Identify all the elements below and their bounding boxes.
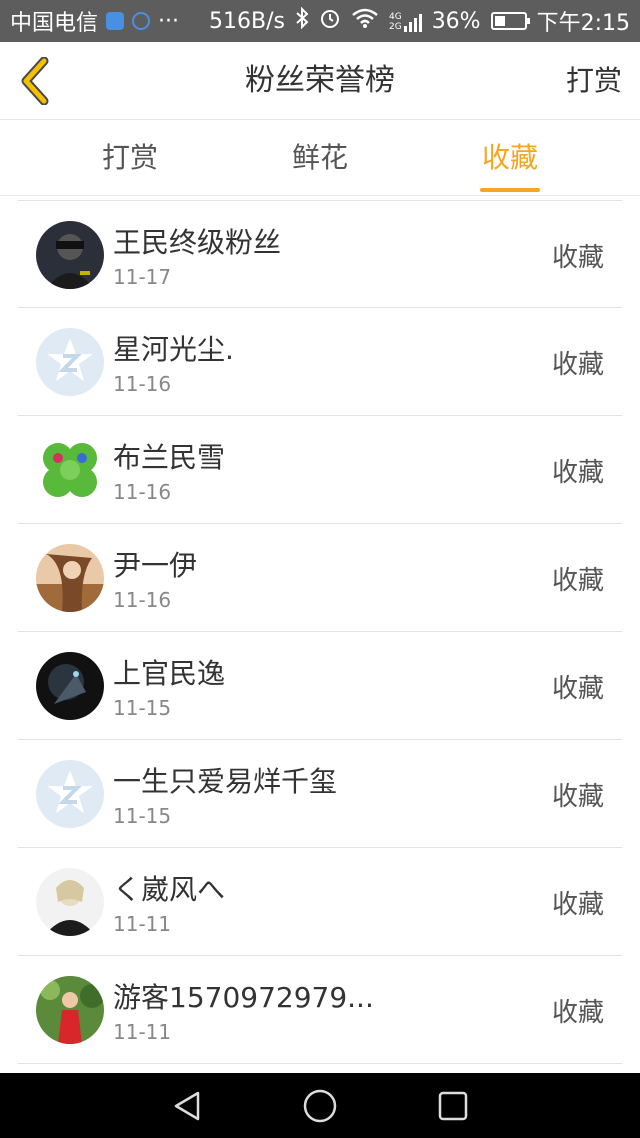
avatar[interactable] xyxy=(36,760,104,828)
square-recents-icon xyxy=(439,1091,468,1120)
list-item[interactable]: 星河光尘. 11-16 收藏 xyxy=(18,308,622,416)
circle-home-icon xyxy=(303,1089,337,1122)
carrier-label: 中国电信 xyxy=(10,11,99,36)
more-notifications: ··· xyxy=(158,8,179,34)
avatar[interactable] xyxy=(36,221,104,289)
bluetooth-icon xyxy=(295,6,309,35)
battery-icon xyxy=(490,12,530,30)
fan-name: 尹一伊 xyxy=(113,549,198,582)
reward-button[interactable]: 打赏 xyxy=(566,42,622,120)
fan-action: 收藏 xyxy=(551,243,604,273)
tab-label: 打赏 xyxy=(101,141,158,174)
tab-favorites[interactable]: 收藏 xyxy=(450,120,570,196)
fan-date: 11-16 xyxy=(113,480,172,504)
fan-action: 收藏 xyxy=(551,350,604,380)
tab-flowers[interactable]: 鲜花 xyxy=(260,120,380,196)
list-item[interactable]: 一生只爱易烊千玺 11-15 收藏 xyxy=(18,740,622,848)
page-title: 粉丝荣誉榜 xyxy=(245,63,395,98)
network-type-4g: 4G xyxy=(388,12,402,22)
triangle-back-icon xyxy=(174,1091,199,1120)
clock: 下午2:15 xyxy=(536,11,630,36)
list-item[interactable]: 游客1570972979... 11-11 收藏 xyxy=(18,956,622,1064)
avatar[interactable] xyxy=(36,868,104,936)
fan-name: 星河光尘. xyxy=(113,333,234,366)
fan-action: 收藏 xyxy=(551,782,604,812)
signal-icon: 4G 2G xyxy=(389,10,422,32)
fan-name: 游客1570972979... xyxy=(113,981,374,1014)
list-item[interactable]: 尹一伊 11-16 收藏 xyxy=(18,524,622,632)
tab-label: 收藏 xyxy=(481,141,538,174)
fan-date: 11-17 xyxy=(113,265,172,289)
status-bar: 中国电信 ··· 516B/s 4G 2G 36% 下午2:15 xyxy=(0,0,640,42)
top-bar: 粉丝荣誉榜 打赏 xyxy=(0,42,640,120)
alarm-icon xyxy=(319,7,341,35)
wifi-icon xyxy=(351,7,379,35)
tab-bar: 打赏 鲜花 收藏 xyxy=(0,120,640,196)
fan-action: 收藏 xyxy=(551,998,604,1028)
list-item[interactable]: 王民终级粉丝 11-17 收藏 xyxy=(18,200,622,308)
avatar[interactable] xyxy=(36,976,104,1044)
avatar[interactable] xyxy=(36,328,104,396)
tab-label: 鲜花 xyxy=(291,141,348,174)
fan-date: 11-11 xyxy=(113,912,172,936)
nav-home-button[interactable] xyxy=(290,1076,350,1136)
active-tab-indicator xyxy=(480,188,540,192)
nav-back-button[interactable] xyxy=(157,1076,217,1136)
fan-date: 11-11 xyxy=(113,1020,172,1044)
battery-percent: 36% xyxy=(431,8,481,34)
tab-reward[interactable]: 打赏 xyxy=(70,120,190,196)
list-item[interactable]: 布兰民雪 11-16 收藏 xyxy=(18,416,622,524)
system-nav-bar xyxy=(0,1073,640,1138)
app-notification-icon xyxy=(132,12,151,30)
fan-action: 收藏 xyxy=(551,674,604,704)
fan-action: 收藏 xyxy=(551,458,604,488)
fan-name: 王民终级粉丝 xyxy=(113,226,282,259)
fan-action: 收藏 xyxy=(551,890,604,920)
fan-date: 11-16 xyxy=(113,372,172,396)
fan-list[interactable]: 王民终级粉丝 11-17 收藏 星河光尘. 11-16 收藏 布兰民雪 11-1… xyxy=(0,198,640,1073)
nav-recents-button[interactable] xyxy=(423,1076,483,1136)
location-icon xyxy=(106,12,125,30)
avatar[interactable] xyxy=(36,544,104,612)
avatar[interactable] xyxy=(36,652,104,720)
fan-action: 收藏 xyxy=(551,566,604,596)
fan-name: 上官民逸 xyxy=(113,657,226,690)
network-type-2g: 2G xyxy=(388,22,402,32)
fan-date: 11-16 xyxy=(113,588,172,612)
fan-name: く崴风へ xyxy=(113,873,226,906)
fan-name: 一生只爱易烊千玺 xyxy=(113,765,338,798)
list-item[interactable]: く崴风へ 11-11 收藏 xyxy=(18,848,622,956)
network-speed: 516B/s xyxy=(209,8,285,34)
back-arrow-icon xyxy=(21,57,49,105)
list-item[interactable]: 上官民逸 11-15 收藏 xyxy=(18,632,622,740)
fan-name: 布兰民雪 xyxy=(113,441,226,474)
fan-date: 11-15 xyxy=(113,804,172,828)
avatar[interactable] xyxy=(36,436,104,504)
back-button[interactable] xyxy=(10,54,60,108)
fan-date: 11-15 xyxy=(113,696,172,720)
